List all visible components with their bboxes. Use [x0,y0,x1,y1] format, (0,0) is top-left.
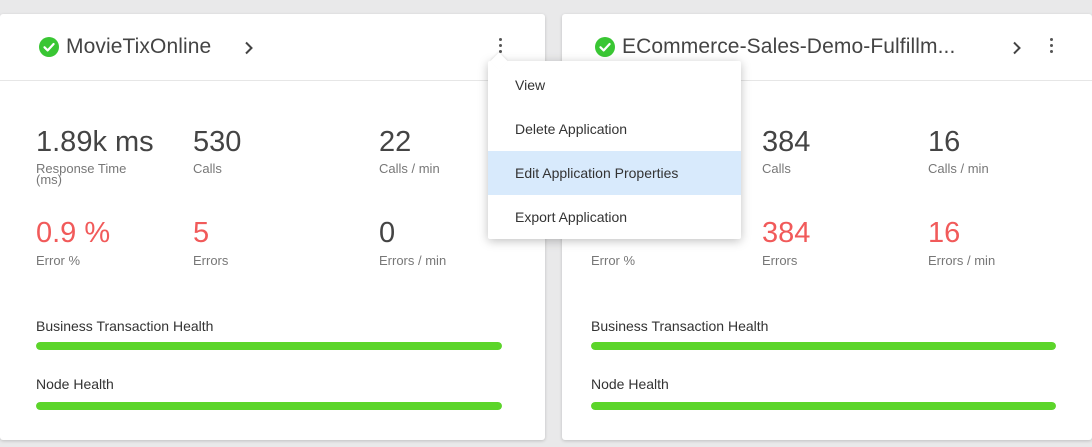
menu-item-delete-application[interactable]: Delete Application [488,107,741,151]
application-context-menu: View Delete Application Edit Application… [488,52,741,239]
calls-per-min-value: 22 [379,126,412,158]
errors-per-min-value: 0 [379,217,396,249]
health-bar-fill [591,342,1056,350]
node-health-label: Node Health [591,376,669,392]
health-bar-fill [36,342,502,350]
calls-per-min-label: Calls / min [928,161,989,176]
card-header: MovieTixOnline [0,14,545,81]
more-options-icon[interactable] [1048,38,1054,58]
calls-label: Calls [193,161,222,176]
errors-per-min-label: Errors / min [928,253,996,268]
response-time-label: Response Time (ms) [36,161,127,187]
calls-per-min-label: Calls / min [379,161,440,176]
error-percent-label: Error % [36,253,81,268]
calls-per-min-value: 16 [928,126,961,158]
check-circle-icon [39,37,59,57]
health-bar-fill [36,402,502,410]
errors-per-min-label: Errors / min [379,253,447,268]
errors-label: Errors [193,253,229,268]
node-health-bar[interactable] [591,402,1056,410]
health-bar-fill [591,402,1056,410]
menu-item-view[interactable]: View [488,63,741,107]
chevron-right-icon[interactable] [244,41,254,55]
menu-item-export-application[interactable]: Export Application [488,195,741,239]
node-health-label: Node Health [36,376,114,392]
business-transaction-health-label: Business Transaction Health [591,318,769,334]
errors-label: Errors [762,253,798,268]
business-transaction-health-label: Business Transaction Health [36,318,214,334]
response-time-value: 1.89k ms [36,126,154,158]
business-transaction-health-bar[interactable] [36,342,502,350]
menu-item-edit-application-properties[interactable]: Edit Application Properties [488,151,741,195]
check-circle-icon [595,37,615,57]
chevron-right-icon[interactable] [1012,41,1022,55]
calls-label: Calls [762,161,791,176]
application-card-movietixonline: MovieTixOnline 1.89k ms Response Time (m… [0,14,545,440]
error-percent-value: 0.9 % [36,217,111,249]
app-title-link[interactable]: ECommerce-Sales-Demo-Fulfillm... [622,35,955,59]
errors-per-min-value: 16 [928,217,961,249]
app-title-link[interactable]: MovieTixOnline [66,35,211,59]
business-transaction-health-bar[interactable] [591,342,1056,350]
errors-value: 5 [193,217,210,249]
calls-value: 384 [762,126,811,158]
node-health-bar[interactable] [36,402,502,410]
calls-value: 530 [193,126,242,158]
error-percent-label: Error % [591,253,636,268]
errors-value: 384 [762,217,811,249]
